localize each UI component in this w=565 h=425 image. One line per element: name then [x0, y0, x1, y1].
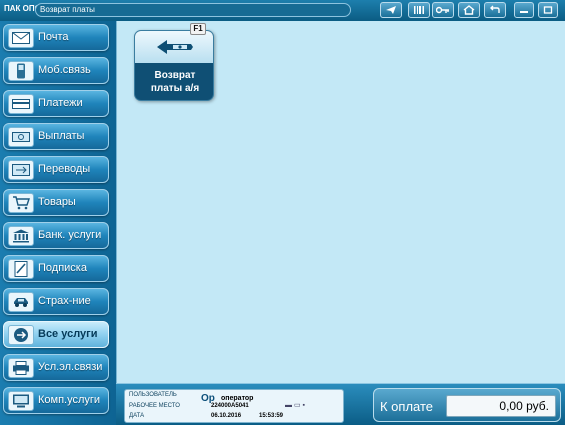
breadcrumb: Возврат платы: [35, 3, 351, 17]
user-label: ПОЛЬЗОВАТЕЛЬ: [129, 392, 177, 398]
minimize-icon: [520, 11, 528, 13]
date-value: 06.10.2016: [211, 413, 242, 419]
sidebar-item-bank-services[interactable]: Банк. услуги: [3, 222, 109, 249]
bank-icon: [8, 226, 34, 246]
sidebar-item-label: Комп.услуги: [38, 394, 101, 406]
sidebar: Почта Моб.связь Платежи Выплаты Переводы…: [0, 21, 116, 425]
minimize-button[interactable]: [514, 2, 534, 18]
home-icon: [463, 5, 475, 15]
back-arrow-icon: [490, 5, 500, 13]
home-button[interactable]: [458, 2, 480, 18]
workplace-value: 224000А5041: [211, 403, 249, 409]
workplace-row: РАБОЧЕЕ МЕСТО 224000А5041: [129, 403, 341, 412]
date-row: ДАТА 06.10.2016 15:53:59: [129, 413, 341, 422]
payment-total-panel: К оплате 0,00 руб.: [373, 388, 561, 422]
barcode-button[interactable]: [408, 2, 430, 18]
insurance-car-icon: [8, 292, 34, 312]
sidebar-item-subscription[interactable]: Подписка: [3, 255, 109, 282]
device-status-icon: ▬ ▭ ▪: [285, 402, 305, 409]
refund-tile[interactable]: Возврат платы а/я: [134, 30, 214, 101]
sidebar-item-all-services[interactable]: Все услуги: [3, 321, 109, 348]
sidebar-item-goods[interactable]: Товары: [3, 189, 109, 216]
transfer-icon: [8, 160, 34, 180]
back-button[interactable]: [484, 2, 506, 18]
tile-label-line2: платы а/я: [150, 83, 200, 94]
sidebar-item-insurance[interactable]: Страх-ние: [3, 288, 109, 315]
sidebar-item-label: Выплаты: [38, 130, 85, 142]
sidebar-item-transfers[interactable]: Переводы: [3, 156, 109, 183]
sidebar-item-computer-services[interactable]: Комп.услуги: [3, 387, 109, 414]
banknote-icon: [8, 127, 34, 147]
pay-label: К оплате: [380, 399, 434, 414]
sidebar-item-label: Переводы: [38, 163, 91, 175]
printer-icon: [8, 358, 34, 378]
mobile-phone-icon: [8, 61, 34, 81]
refund-arrow-icon: [157, 40, 193, 54]
sidebar-item-payments[interactable]: Платежи: [3, 90, 109, 117]
time-value: 15:53:59: [259, 413, 284, 419]
payment-icon: [8, 94, 34, 114]
maximize-button[interactable]: [538, 2, 558, 18]
sidebar-item-mobile[interactable]: Моб.связь: [3, 57, 109, 84]
workplace-label: РАБОЧЕЕ МЕСТО: [129, 403, 180, 409]
sidebar-item-label: Почта: [38, 31, 69, 43]
hotkey-badge: F1: [190, 23, 206, 35]
cart-icon: [8, 193, 34, 213]
sidebar-item-mail[interactable]: Почта: [3, 24, 109, 51]
sidebar-item-withdrawals[interactable]: Выплаты: [3, 123, 109, 150]
maximize-icon: [543, 6, 553, 14]
tile-label: Возврат платы а/я: [135, 69, 213, 95]
send-button[interactable]: [380, 2, 402, 18]
tile-label-line1: Возврат: [154, 70, 196, 81]
subscription-icon: [8, 259, 34, 279]
key-icon: [436, 6, 449, 14]
tile-header: [135, 31, 213, 63]
sidebar-item-label: Страх-ние: [38, 295, 91, 307]
sidebar-item-telecom-services[interactable]: Усл.эл.связи: [3, 354, 109, 381]
date-label: ДАТА: [129, 413, 145, 419]
session-info-panel: ПОЛЬЗОВАТЕЛЬ Ор оператор РАБОЧЕЕ МЕСТО 2…: [124, 389, 344, 423]
sidebar-item-label: Товары: [38, 196, 76, 208]
sidebar-item-label: Платежи: [38, 97, 83, 109]
envelope-icon: [8, 28, 34, 48]
send-icon: [386, 6, 396, 14]
all-services-icon: [8, 325, 34, 345]
computer-icon: [8, 391, 34, 411]
user-value: оператор: [221, 395, 254, 402]
sidebar-item-label: Моб.связь: [38, 64, 91, 76]
title-bar: ПАК ОПС Возврат платы: [0, 0, 565, 21]
barcode-icon: [414, 6, 424, 14]
sidebar-item-label: Подписка: [38, 262, 87, 274]
sidebar-item-label: Все услуги: [38, 328, 98, 340]
status-bar: ПОЛЬЗОВАТЕЛЬ Ор оператор РАБОЧЕЕ МЕСТО 2…: [116, 383, 565, 425]
services-panel: Возврат платы а/я F1: [116, 21, 565, 383]
sidebar-item-label: Усл.эл.связи: [38, 361, 103, 373]
key-button[interactable]: [432, 2, 454, 18]
pay-amount: 0,00 руб.: [446, 395, 556, 417]
sidebar-item-label: Банк. услуги: [38, 229, 102, 241]
